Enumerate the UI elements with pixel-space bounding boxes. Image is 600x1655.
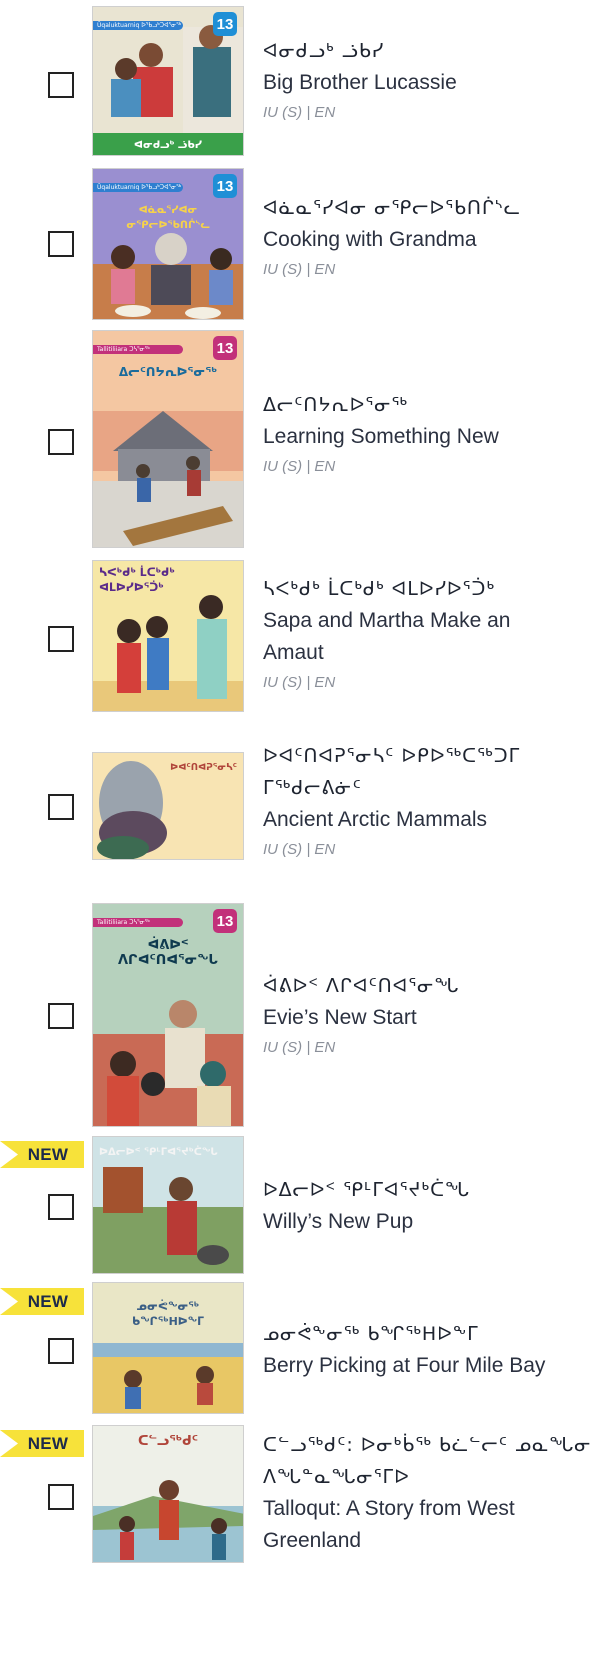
cover-title: ᓄᓂᕚᖕᓂᖅ ᑲᖏᖅHᐅᖕᒥ: [132, 1300, 204, 1328]
book-text: ᐅᐃᓕᐅᑉ ᕿᒻᒥᐊᕐᔪᒃᑖᖓ Willy’s New Pup: [263, 1174, 593, 1238]
language-tag: IU (S) | EN: [263, 104, 336, 121]
syllabic-title[interactable]: ᐅᐊᑦᑎᐊᕈᕐᓂᓴᑦ ᐅᑭᐅᖅᑕᖅᑐᒥ ᒥᖅᑯᓕᕕᓃᑦ: [263, 740, 593, 804]
select-checkbox[interactable]: [48, 429, 74, 455]
cover-title: ᐃᓕᑦᑎᔭᕆᐅᕐᓂᖅ: [118, 365, 218, 379]
select-checkbox[interactable]: [48, 794, 74, 820]
cover-title: ᐅᐃᓕᐅᑉ ᕿᒻᒥᐊᕐᔪᒃᑖᖓ: [99, 1147, 218, 1158]
cover-series-label: Ūqaluktuarniq ᐅᖃᓗᒃᑐᐊᕐᓂᖅ: [93, 183, 183, 192]
book-cover[interactable]: Tallitiliiara ᑐᓴᕐᓂᖅ 13 ᐃᓕᑦᑎᔭᕆᐅᕐᓂᖅ: [92, 330, 244, 548]
syllabic-title[interactable]: ᐃᓕᑦᑎᔭᕆᐅᕐᓂᖅ: [263, 389, 593, 421]
select-checkbox[interactable]: [48, 1484, 74, 1510]
new-badge: NEW: [0, 1141, 84, 1168]
book-cover[interactable]: ᑕᓪᓗᖅᑯᑦ: [92, 1425, 244, 1563]
book-cover[interactable]: Tallitiliiara ᑐᓴᕐᓂᖅ 13 ᐋᕕᐅᑉ ᐱᒋᐊᑦᑎᐊᕐᓂᖓ: [92, 903, 244, 1127]
book-cover[interactable]: ᓴᐸᒃᑯᒃ ᒫᑕᒃᑯᒃ ᐊᒪᐅᓯᐅᕐᑑᒃ: [92, 560, 244, 712]
english-title[interactable]: Berry Picking at Four Mile Bay: [263, 1350, 593, 1382]
english-title[interactable]: Talloqut: A Story from West Greenland: [263, 1493, 563, 1557]
book-text: ᓴᐸᒃᑯᒃ ᒫᑕᒃᑯᒃ ᐊᒪᐅᓯᐅᕐᑑᒃ Sapa and Martha Mak…: [263, 573, 593, 697]
book-cover[interactable]: ᐅᐊᑦᑎᐊᕈᕐᓂᓴᑦ: [92, 752, 244, 860]
language-tag: IU (S) | EN: [263, 674, 336, 691]
select-checkbox[interactable]: [48, 72, 74, 98]
level-badge: 13: [213, 336, 237, 360]
syllabic-title[interactable]: ᑕᓪᓗᖅᑯᑦ: ᐅᓂᒃᑳᖅ ᑲᓛᓪᓕᑦ ᓄᓇᖓᓂ ᐱᖓᓐᓇᖓᓂᕐᒥᐅ: [263, 1429, 593, 1493]
language-tag: IU (S) | EN: [263, 841, 336, 858]
syllabic-title[interactable]: ᐊᓈᓇᕐᓯᐊᓂ ᓂᕿᓕᐅᕐᑲᑎᒌᔅᓚ: [263, 192, 593, 224]
new-badge: NEW: [0, 1430, 84, 1457]
book-text: ᑕᓪᓗᖅᑯᑦ: ᐅᓂᒃᑳᖅ ᑲᓛᓪᓕᑦ ᓄᓇᖓᓂ ᐱᖓᓐᓇᖓᓂᕐᒥᐅ Tallo…: [263, 1429, 593, 1557]
new-badge: NEW: [0, 1288, 84, 1315]
english-title[interactable]: Ancient Arctic Mammals: [263, 804, 593, 836]
syllabic-title[interactable]: ᓄᓂᕚᖕᓂᖅ ᑲᖏᖅHᐅᖕᒥ: [263, 1318, 593, 1350]
book-text: ᐊᓂᑯᓗᒃ ᓘᑲᓯ Big Brother Lucassie IU (S) | …: [263, 35, 593, 127]
level-badge: 13: [213, 12, 237, 36]
syllabic-title[interactable]: ᐅᐃᓕᐅᑉ ᕿᒻᒥᐊᕐᔪᒃᑖᖓ: [263, 1174, 593, 1206]
syllabic-title[interactable]: ᐊᓂᑯᓗᒃ ᓘᑲᓯ: [263, 35, 593, 67]
language-tag: IU (S) | EN: [263, 261, 336, 278]
level-badge: 13: [213, 909, 237, 933]
english-title[interactable]: Cooking with Grandma: [263, 224, 593, 256]
cover-series-label: Ūqaluktuarniq ᐅᖃᓗᒃᑐᐊᕐᓂᖅ: [93, 21, 183, 30]
book-text: ᐊᓈᓇᕐᓯᐊᓂ ᓂᕿᓕᐅᕐᑲᑎᒌᔅᓚ Cooking with Grandma …: [263, 192, 593, 284]
select-checkbox[interactable]: [48, 1003, 74, 1029]
book-text: ᐃᓕᑦᑎᔭᕆᐅᕐᓂᖅ Learning Something New IU (S)…: [263, 389, 593, 481]
level-badge: 13: [213, 174, 237, 198]
book-text: ᓄᓂᕚᖕᓂᖅ ᑲᖏᖅHᐅᖕᒥ Berry Picking at Four Mil…: [263, 1318, 593, 1382]
book-text: ᐅᐊᑦᑎᐊᕈᕐᓂᓴᑦ ᐅᑭᐅᖅᑕᖅᑐᒥ ᒥᖅᑯᓕᕕᓃᑦ Ancient Arct…: [263, 740, 593, 864]
select-checkbox[interactable]: [48, 231, 74, 257]
book-text: ᐋᕕᐅᑉ ᐱᒋᐊᑦᑎᐊᕐᓂᖓ Evie’s New Start IU (S) |…: [263, 970, 593, 1062]
select-checkbox[interactable]: [48, 1194, 74, 1220]
syllabic-title[interactable]: ᐋᕕᐅᑉ ᐱᒋᐊᑦᑎᐊᕐᓂᖓ: [263, 970, 593, 1002]
book-cover[interactable]: Ūqaluktuarniq ᐅᖃᓗᒃᑐᐊᕐᓂᖅ 13 ᐊᓂᑯᓗᒃ ᓘᑲᓯ: [92, 6, 244, 156]
cover-title: ᑕᓪᓗᖅᑯᑦ: [137, 1434, 199, 1449]
book-cover[interactable]: ᐅᐃᓕᐅᑉ ᕿᒻᒥᐊᕐᔪᒃᑖᖓ: [92, 1136, 244, 1274]
cover-series-label: Tallitiliiara ᑐᓴᕐᓂᖅ: [93, 345, 183, 354]
english-title[interactable]: Big Brother Lucassie: [263, 67, 593, 99]
english-title[interactable]: Willy’s New Pup: [263, 1206, 593, 1238]
english-title[interactable]: Learning Something New: [263, 421, 593, 453]
english-title[interactable]: Sapa and Martha Make an Amaut: [263, 605, 533, 669]
english-title[interactable]: Evie’s New Start: [263, 1002, 593, 1034]
cover-title: ᐊᓂᑯᓗᒃ ᓘᑲᓯ: [133, 140, 203, 151]
cover-title: ᐋᕕᐅᑉ ᐱᒋᐊᑦᑎᐊᕐᓂᖓ: [117, 938, 219, 968]
book-cover[interactable]: ᓄᓂᕚᖕᓂᖅ ᑲᖏᖅHᐅᖕᒥ: [92, 1282, 244, 1414]
cover-title: ᐅᐊᑦᑎᐊᕈᕐᓂᓴᑦ: [170, 763, 237, 773]
cover-series-label: Tallitiliiara ᑐᓴᕐᓂᖅ: [93, 918, 183, 927]
book-cover[interactable]: Ūqaluktuarniq ᐅᖃᓗᒃᑐᐊᕐᓂᖅ 13 ᐊᓈᓇᕐᓯᐊᓂ ᓂᕿᓕᐅᕐ…: [92, 168, 244, 320]
cover-title: ᓴᐸᒃᑯᒃ ᒫᑕᒃᑯᒃ ᐊᒪᐅᓯᐅᕐᑑᒃ: [99, 566, 175, 594]
cover-illustration: [93, 331, 243, 547]
cover-title: ᐊᓈᓇᕐᓯᐊᓂ ᓂᕿᓕᐅᕐᑲᑎᒌᔅᓚ: [126, 205, 210, 231]
language-tag: IU (S) | EN: [263, 1039, 336, 1056]
language-tag: IU (S) | EN: [263, 458, 336, 475]
select-checkbox[interactable]: [48, 1338, 74, 1364]
syllabic-title[interactable]: ᓴᐸᒃᑯᒃ ᒫᑕᒃᑯᒃ ᐊᒪᐅᓯᐅᕐᑑᒃ: [263, 573, 593, 605]
select-checkbox[interactable]: [48, 626, 74, 652]
